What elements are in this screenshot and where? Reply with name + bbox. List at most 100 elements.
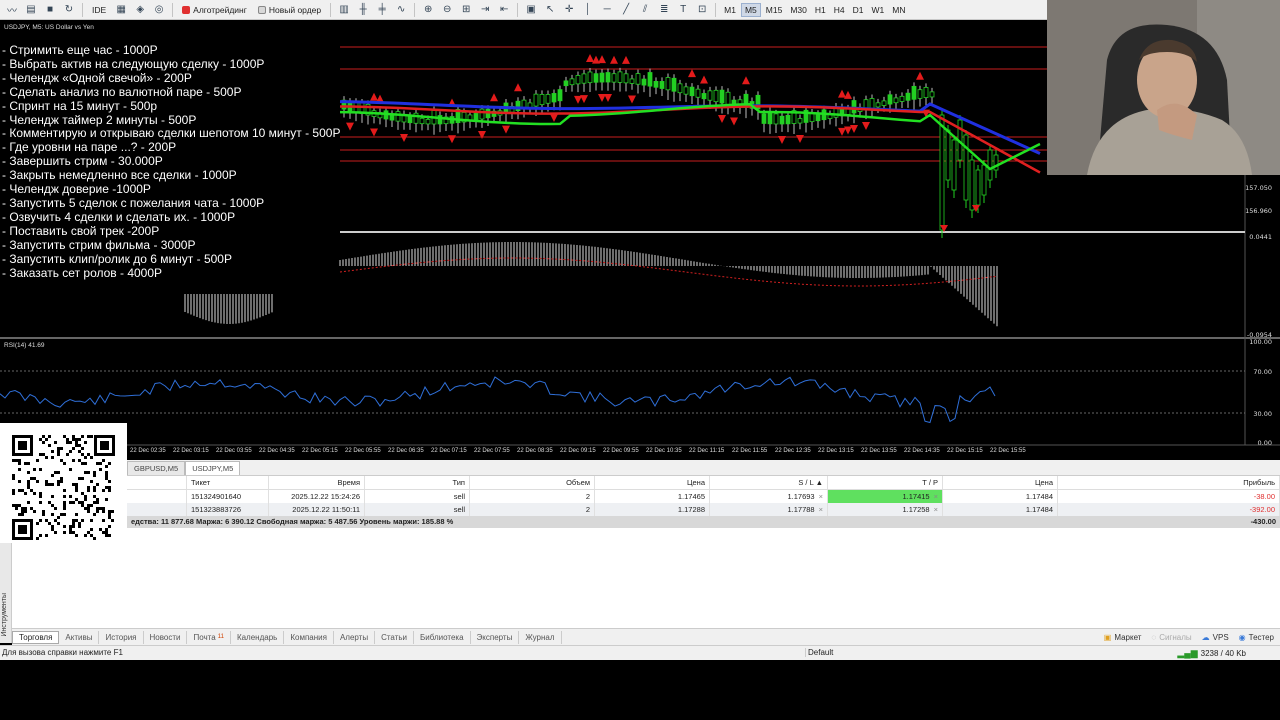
timeframe-m1[interactable]: M1 bbox=[721, 3, 739, 17]
timeframe-m15[interactable]: M15 bbox=[763, 3, 786, 17]
line-type-icon[interactable]: ∿ bbox=[393, 3, 409, 17]
service-tab-0[interactable]: ▣ Маркет bbox=[1104, 633, 1142, 642]
up-arrow-icon bbox=[838, 89, 846, 98]
take-profit[interactable]: 1.17258 × bbox=[828, 503, 943, 516]
vertical-line-icon[interactable]: │ bbox=[580, 3, 596, 17]
col-header[interactable] bbox=[127, 476, 187, 489]
candle-body bbox=[887, 94, 893, 105]
qr-module bbox=[93, 537, 96, 540]
refresh-icon[interactable]: ↻ bbox=[61, 3, 77, 17]
qr-module bbox=[60, 459, 63, 462]
table-row[interactable]: 151324901640 2025.12.22 15:24:26 sell 2 … bbox=[127, 490, 1280, 503]
service-tab-3[interactable]: ◉ Тестер bbox=[1239, 633, 1274, 642]
channel-icon[interactable]: ⫽ bbox=[637, 3, 653, 17]
qr-module bbox=[39, 453, 42, 456]
zoom-out-icon[interactable]: ⊖ bbox=[439, 3, 455, 17]
candlestick-icon[interactable]: ╪ bbox=[374, 3, 390, 17]
timeframe-m30[interactable]: M30 bbox=[787, 3, 810, 17]
qr-module bbox=[84, 507, 87, 510]
col-header-price[interactable]: Цена bbox=[595, 476, 710, 489]
col-header-volume[interactable]: Объем bbox=[470, 476, 595, 489]
text-icon[interactable]: T bbox=[675, 3, 691, 17]
globe-icon[interactable]: ◎ bbox=[151, 3, 167, 17]
tab-11[interactable]: Журнал bbox=[519, 630, 562, 644]
grid-icon[interactable]: ⊞ bbox=[458, 3, 474, 17]
symbol-tab-gbpusd[interactable]: GBPUSD,M5 bbox=[127, 461, 186, 475]
tab-9[interactable]: Библиотека bbox=[414, 630, 471, 644]
col-header-current-price[interactable]: Цена bbox=[943, 476, 1058, 489]
qr-module bbox=[66, 441, 69, 444]
symbol-tab-usdjpy[interactable]: USDJPY,M5 bbox=[185, 461, 241, 475]
screenshot-icon[interactable]: ▣ bbox=[523, 3, 539, 17]
remove-sl-icon[interactable]: × bbox=[819, 492, 823, 501]
bar-chart-icon[interactable]: ╫ bbox=[355, 3, 371, 17]
timeframe-h4[interactable]: H4 bbox=[831, 3, 848, 17]
col-header-profit[interactable]: Прибыль bbox=[1058, 476, 1280, 489]
qr-module bbox=[81, 435, 84, 438]
col-header-type[interactable]: Тип bbox=[365, 476, 470, 489]
stop-loss[interactable]: 1.17788 × bbox=[710, 503, 828, 516]
autoscroll-icon[interactable]: ⇥ bbox=[477, 3, 493, 17]
up-arrow-icon bbox=[514, 83, 522, 92]
table-row[interactable]: 151323883726 2025.12.22 11:50:11 sell 2 … bbox=[127, 503, 1280, 516]
remove-tp-icon[interactable]: × bbox=[934, 492, 938, 501]
stop-loss-value: 1.17788 bbox=[787, 505, 815, 514]
candle-body bbox=[575, 75, 581, 85]
ide-button[interactable]: IDE bbox=[88, 2, 110, 18]
candle-body bbox=[911, 85, 917, 100]
tab-2[interactable]: История bbox=[99, 630, 144, 644]
tab-4[interactable]: Почта 11 bbox=[187, 630, 231, 644]
qr-module bbox=[87, 486, 90, 489]
template-icon[interactable]: ▤ bbox=[23, 3, 39, 17]
stop-icon bbox=[182, 5, 191, 14]
timeframe-d1[interactable]: D1 bbox=[850, 3, 867, 17]
crosshair-icon[interactable]: ✛ bbox=[561, 3, 577, 17]
shapes-icon[interactable]: ⊡ bbox=[694, 3, 710, 17]
trendline-icon[interactable]: ╱ bbox=[618, 3, 634, 17]
new-order-button[interactable]: Новый ордер bbox=[254, 2, 325, 18]
stop-loss[interactable]: 1.17693 × bbox=[710, 490, 828, 503]
fibonacci-icon[interactable]: ≣ bbox=[656, 3, 672, 17]
col-header-tp[interactable]: T / P bbox=[828, 476, 943, 489]
qr-module bbox=[21, 510, 24, 513]
tab-8[interactable]: Статьи bbox=[375, 630, 415, 644]
col-header-sl[interactable]: S / L ▲ bbox=[710, 476, 828, 489]
tab-6[interactable]: Компания bbox=[284, 630, 334, 644]
webcam-feed bbox=[1047, 0, 1280, 175]
sort-asc-icon: ▲ bbox=[815, 478, 823, 487]
market-icon[interactable]: ◈ bbox=[132, 3, 148, 17]
donation-menu: - Стримить еще час - 1000Р - Выбрать акти… bbox=[2, 43, 340, 280]
take-profit[interactable]: 1.17415 × bbox=[828, 490, 943, 503]
tab-10[interactable]: Эксперты bbox=[471, 630, 520, 644]
qr-module bbox=[78, 501, 81, 504]
line-chart-icon[interactable]: 〰 bbox=[4, 3, 20, 17]
cursor-icon[interactable]: ↖ bbox=[542, 3, 558, 17]
toolbox-side-strip[interactable]: Инструменты bbox=[0, 543, 12, 643]
qr-module bbox=[63, 435, 66, 438]
timeframe-m5[interactable]: M5 bbox=[740, 2, 761, 17]
qr-module bbox=[111, 510, 114, 513]
service-tab-1[interactable]: ◌ Сигналы bbox=[1151, 633, 1191, 642]
zoom-in-icon[interactable]: ⊕ bbox=[420, 3, 436, 17]
tab-1[interactable]: Активы bbox=[59, 630, 100, 644]
trade-table-header: Тикет Время Тип Объем Цена S / L ▲ T / P… bbox=[127, 476, 1280, 490]
col-header-time[interactable]: Время bbox=[269, 476, 365, 489]
remove-sl-icon[interactable]: × bbox=[819, 505, 823, 514]
remove-tp-icon[interactable]: × bbox=[934, 505, 938, 514]
timeframe-mn[interactable]: MN bbox=[889, 3, 908, 17]
tab-7[interactable]: Алерты bbox=[334, 630, 376, 644]
col-header-ticket[interactable]: Тикет bbox=[187, 476, 269, 489]
depth-of-market-icon[interactable]: ▥ bbox=[336, 3, 352, 17]
tab-3[interactable]: Новости bbox=[144, 630, 188, 644]
folder-icon[interactable]: ■ bbox=[42, 3, 58, 17]
timeframe-h1[interactable]: H1 bbox=[812, 3, 829, 17]
horizontal-line-icon[interactable]: ─ bbox=[599, 3, 615, 17]
service-tab-2[interactable]: ☁ VPS bbox=[1202, 633, 1229, 642]
tab-5[interactable]: Календарь bbox=[231, 630, 285, 644]
timeframe-w1[interactable]: W1 bbox=[868, 3, 887, 17]
tab-0[interactable]: Торговля bbox=[12, 630, 60, 644]
algo-trading-button[interactable]: Алготрейдинг bbox=[178, 2, 251, 18]
script-icon[interactable]: ▦ bbox=[113, 3, 129, 17]
chart-shift-icon[interactable]: ⇤ bbox=[496, 3, 512, 17]
status-profile[interactable]: Default bbox=[805, 648, 995, 657]
